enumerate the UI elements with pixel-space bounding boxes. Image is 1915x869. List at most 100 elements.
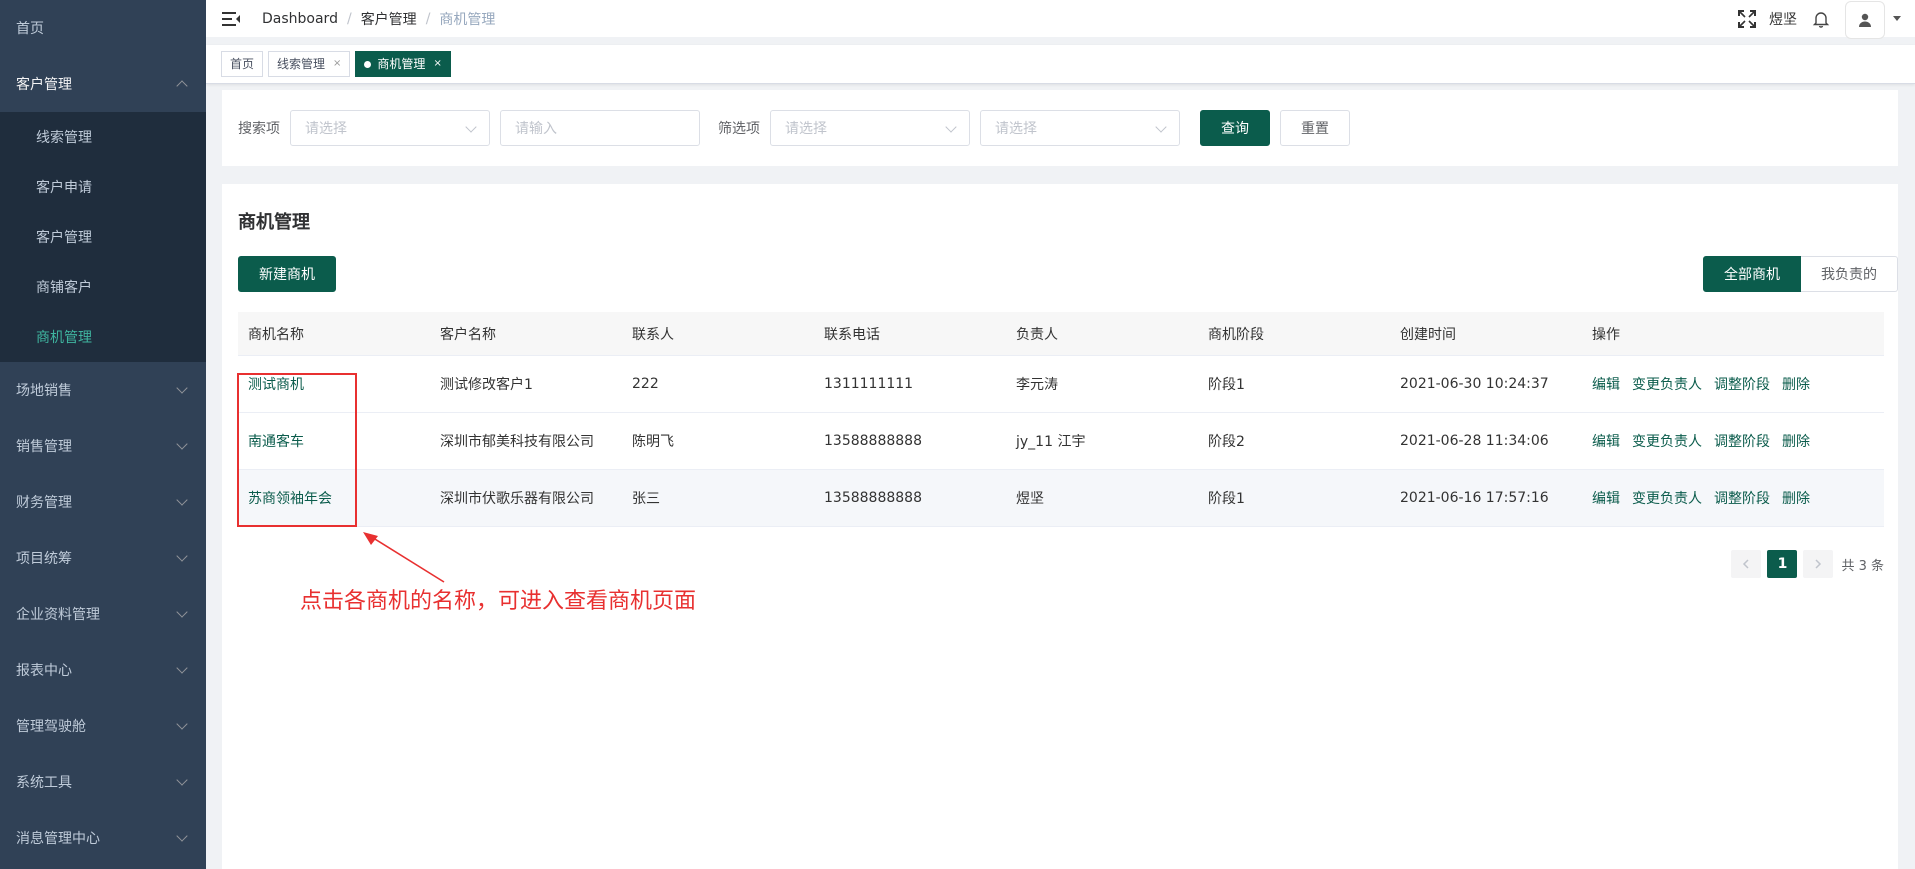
filter-label: 筛选项 (718, 121, 760, 137)
delete-link[interactable]: 删除 (1782, 374, 1810, 394)
sidebar-item-home[interactable]: 首页 (0, 0, 206, 56)
filter-select-1[interactable]: 请选择 (770, 110, 970, 146)
hamburger-icon[interactable] (222, 11, 240, 26)
stage-cell: 阶段2 (1208, 434, 1245, 450)
table-row: 南通客车 深圳市郁美科技有限公司 陈明飞 13588888888 jy_11 江… (238, 413, 1884, 470)
adjust-stage-link[interactable]: 调整阶段 (1714, 488, 1770, 508)
chevron-down-icon (1155, 121, 1167, 133)
owner-cell: 煜坚 (1016, 491, 1044, 507)
sidebar-item-customer-management[interactable]: 客户管理 (0, 56, 206, 112)
sidebar-item-customer-apply[interactable]: 客户申请 (0, 162, 206, 212)
breadcrumb-separator: / (425, 10, 431, 27)
input-placeholder: 请输入 (515, 121, 557, 137)
breadcrumb: Dashboard / 客户管理 / 商机管理 (262, 9, 495, 29)
chevron-down-icon (465, 121, 477, 133)
change-owner-link[interactable]: 变更负责人 (1632, 374, 1702, 394)
sidebar-item-system-tools[interactable]: 系统工具 (0, 754, 206, 810)
scope-toggle: 全部商机 我负责的 (1703, 256, 1898, 292)
edit-link[interactable]: 编辑 (1592, 374, 1620, 394)
filter-select-2[interactable]: 请选择 (980, 110, 1180, 146)
tag-label: 首页 (230, 57, 255, 71)
caret-down-icon[interactable] (1893, 16, 1901, 21)
chevron-down-icon (176, 606, 188, 618)
sidebar-item-opportunities[interactable]: 商机管理 (0, 312, 206, 362)
adjust-stage-link[interactable]: 调整阶段 (1714, 374, 1770, 394)
delete-link[interactable]: 删除 (1782, 431, 1810, 451)
sidebar-item-label: 线索管理 (36, 130, 92, 146)
sidebar-item-shop-customers[interactable]: 商铺客户 (0, 262, 206, 312)
sidebar-item-customers[interactable]: 客户管理 (0, 212, 206, 262)
sidebar-item-label: 首页 (16, 21, 44, 37)
chevron-down-icon (176, 718, 188, 730)
chevron-down-icon (176, 774, 188, 786)
search-label: 搜索项 (238, 121, 280, 137)
opportunity-name-link[interactable]: 南通客车 (238, 431, 430, 451)
operations-cell: 编辑 变更负责人 调整阶段 删除 (1582, 488, 1884, 508)
tag-opportunity[interactable]: 商机管理 × (355, 51, 451, 77)
sidebar-item-finance[interactable]: 财务管理 (0, 474, 206, 530)
select-placeholder: 请选择 (785, 121, 827, 137)
created-time-cell: 2021-06-30 10:24:37 (1400, 376, 1549, 392)
next-page-button[interactable] (1803, 550, 1834, 578)
tag-home[interactable]: 首页 (221, 51, 264, 77)
edit-link[interactable]: 编辑 (1592, 488, 1620, 508)
close-icon[interactable]: × (433, 52, 441, 76)
change-owner-link[interactable]: 变更负责人 (1632, 431, 1702, 451)
chevron-down-icon (176, 382, 188, 394)
sidebar-item-reports[interactable]: 报表中心 (0, 642, 206, 698)
reset-button[interactable]: 重置 (1280, 110, 1350, 146)
sidebar-item-project[interactable]: 项目统筹 (0, 530, 206, 586)
opportunity-name-link[interactable]: 苏商领袖年会 (238, 488, 430, 508)
change-owner-link[interactable]: 变更负责人 (1632, 488, 1702, 508)
page-number-button[interactable]: 1 (1767, 550, 1798, 578)
search-panel: 搜索项 请选择 请输入 筛选项 请选择 请选择 查询 重置 (222, 90, 1898, 166)
new-opportunity-button[interactable]: 新建商机 (238, 256, 336, 292)
user-name[interactable]: 煜坚 (1769, 9, 1797, 29)
sidebar-item-label: 财务管理 (16, 495, 72, 511)
toggle-my-opportunities[interactable]: 我负责的 (1801, 256, 1898, 292)
delete-link[interactable]: 删除 (1782, 488, 1810, 508)
annotation-arrow-icon (363, 532, 445, 583)
tag-label: 线索管理 (277, 57, 326, 71)
sidebar-item-label: 项目统筹 (16, 551, 72, 567)
breadcrumb-current: 商机管理 (439, 11, 496, 28)
breadcrumb-customer-management[interactable]: 客户管理 (361, 9, 417, 29)
chevron-left-icon (1743, 559, 1749, 569)
tag-leads[interactable]: 线索管理 × (268, 51, 351, 77)
right-menu: 煜坚 (1737, 0, 1901, 39)
fullscreen-icon[interactable] (1737, 9, 1757, 29)
search-field-select[interactable]: 请选择 (290, 110, 490, 146)
prev-page-button[interactable] (1731, 550, 1762, 578)
operations-cell: 编辑 变更负责人 调整阶段 删除 (1582, 431, 1884, 451)
annotation-text: 点击各商机的名称，可进入查看商机页面 (300, 589, 697, 614)
search-input[interactable]: 请输入 (500, 110, 700, 146)
contact-cell: 张三 (632, 491, 660, 507)
sidebar-item-label: 报表中心 (16, 663, 72, 679)
sidebar-item-label: 销售管理 (16, 439, 72, 455)
bell-icon[interactable] (1811, 9, 1831, 29)
stage-cell: 阶段1 (1208, 491, 1245, 507)
breadcrumb-dashboard[interactable]: Dashboard (262, 11, 338, 27)
column-header: 客户名称 (440, 326, 496, 343)
close-icon[interactable]: × (333, 52, 341, 76)
sidebar-item-messages[interactable]: 消息管理中心 (0, 810, 206, 866)
adjust-stage-link[interactable]: 调整阶段 (1714, 431, 1770, 451)
chevron-down-icon (176, 662, 188, 674)
query-button[interactable]: 查询 (1200, 110, 1270, 146)
sidebar-item-cockpit[interactable]: 管理驾驶舱 (0, 698, 206, 754)
created-time-cell: 2021-06-16 17:57:16 (1400, 490, 1549, 506)
sidebar-item-venue-sales[interactable]: 场地销售 (0, 362, 206, 418)
column-header: 创建时间 (1400, 326, 1456, 343)
avatar[interactable] (1845, 0, 1885, 39)
sidebar-item-sales[interactable]: 销售管理 (0, 418, 206, 474)
opportunity-name-link[interactable]: 测试商机 (238, 374, 430, 394)
sidebar-item-leads[interactable]: 线索管理 (0, 112, 206, 162)
edit-link[interactable]: 编辑 (1592, 431, 1620, 451)
column-header: 商机名称 (248, 326, 304, 343)
phone-cell: 1311111111 (824, 376, 914, 392)
sidebar-item-enterprise[interactable]: 企业资料管理 (0, 586, 206, 642)
content-card: 商机管理 新建商机 全部商机 我负责的 商机名称 客户名称 联系人 联系电话 负… (222, 184, 1898, 869)
main-area: Dashboard / 客户管理 / 商机管理 煜坚 首页 线索管理 × 商机管… (206, 0, 1915, 869)
toggle-all-opportunities[interactable]: 全部商机 (1703, 256, 1801, 292)
customer-name-cell: 深圳市伏歌乐器有限公司 (440, 491, 594, 507)
